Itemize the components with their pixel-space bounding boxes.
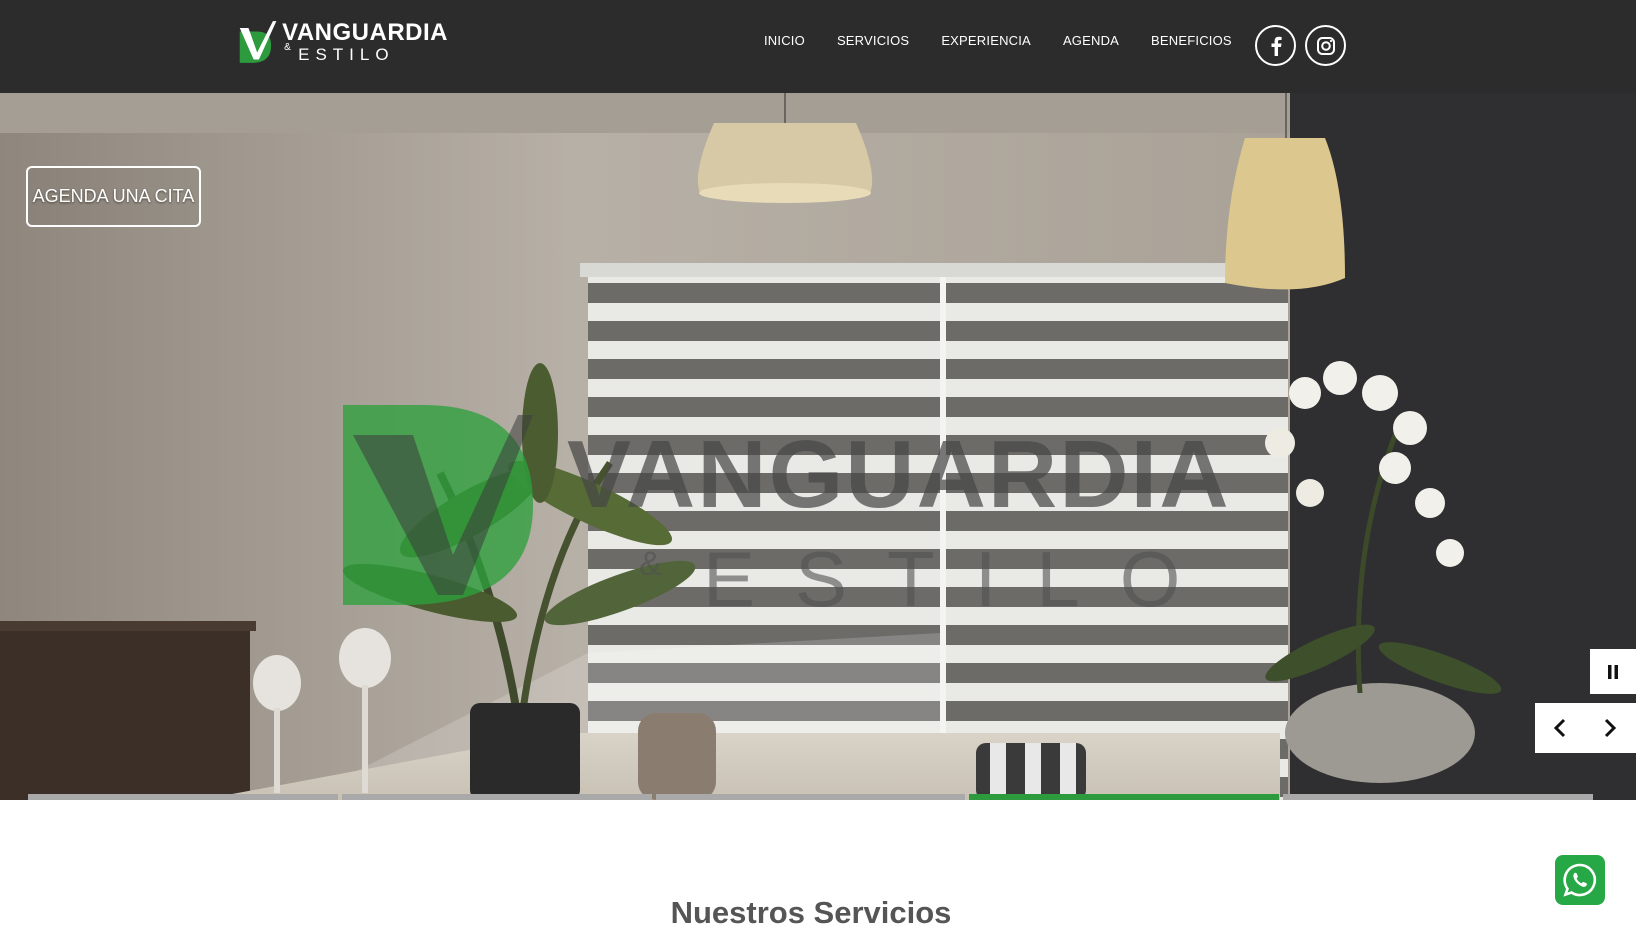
slideshow-next-button[interactable] <box>1585 703 1635 753</box>
whatsapp-button[interactable] <box>1555 855 1605 905</box>
slideshow-pause-button[interactable] <box>1590 649 1636 694</box>
instagram-icon <box>1316 36 1335 55</box>
site-logo[interactable]: VANGUARDIA & ESTILO <box>238 14 448 70</box>
slideshow-progress <box>28 794 1593 800</box>
slide-indicator[interactable] <box>1283 794 1593 800</box>
nav-item-experiencia[interactable]: EXPERIENCIA <box>941 33 1031 48</box>
hero-watermark-logo: VANGUARDIA & ESTILO <box>343 405 1303 623</box>
logo-title: VANGUARDIA <box>282 19 448 46</box>
instagram-link[interactable] <box>1305 25 1346 66</box>
hero-slideshow: VANGUARDIA & ESTILO AGENDA UNA CITA <box>0 93 1636 800</box>
logo-subtitle-text: ESTILO <box>298 45 395 64</box>
watermark-subtitle: ESTILO <box>703 535 1221 623</box>
pause-icon <box>1608 664 1618 679</box>
facebook-icon <box>1271 36 1282 56</box>
nav-item-agenda[interactable]: AGENDA <box>1063 33 1119 48</box>
logo-mark-icon <box>239 21 277 63</box>
facebook-link[interactable] <box>1255 25 1296 66</box>
chevron-left-icon <box>1553 718 1566 738</box>
logo-ampersand: & <box>284 42 291 53</box>
nav-item-servicios[interactable]: SERVICIOS <box>837 33 909 48</box>
whatsapp-icon <box>1563 863 1597 897</box>
nav-item-inicio[interactable]: INICIO <box>764 33 805 48</box>
nav-item-beneficios[interactable]: BENEFICIOS <box>1151 33 1232 48</box>
site-header: VANGUARDIA & ESTILO INICIO SERVICIOS EXP… <box>0 0 1636 93</box>
watermark-mark-icon <box>343 405 533 605</box>
slide-indicator[interactable] <box>341 794 652 800</box>
main-nav: INICIO SERVICIOS EXPERIENCIA AGENDA BENE… <box>764 33 1264 48</box>
watermark-ampersand: & <box>639 545 662 583</box>
book-appointment-button[interactable]: AGENDA UNA CITA <box>26 166 201 227</box>
slide-indicator[interactable] <box>655 794 966 800</box>
watermark-title: VANGUARDIA <box>567 421 1231 528</box>
logo-subtitle: & ESTILO <box>282 42 448 64</box>
slide-indicator[interactable] <box>969 794 1280 800</box>
slideshow-prev-button[interactable] <box>1535 703 1585 753</box>
slideshow-navigation <box>1535 703 1636 753</box>
services-section-title: Nuestros Servicios <box>670 895 952 925</box>
slide-indicator[interactable] <box>28 794 338 800</box>
chevron-right-icon <box>1604 718 1617 738</box>
